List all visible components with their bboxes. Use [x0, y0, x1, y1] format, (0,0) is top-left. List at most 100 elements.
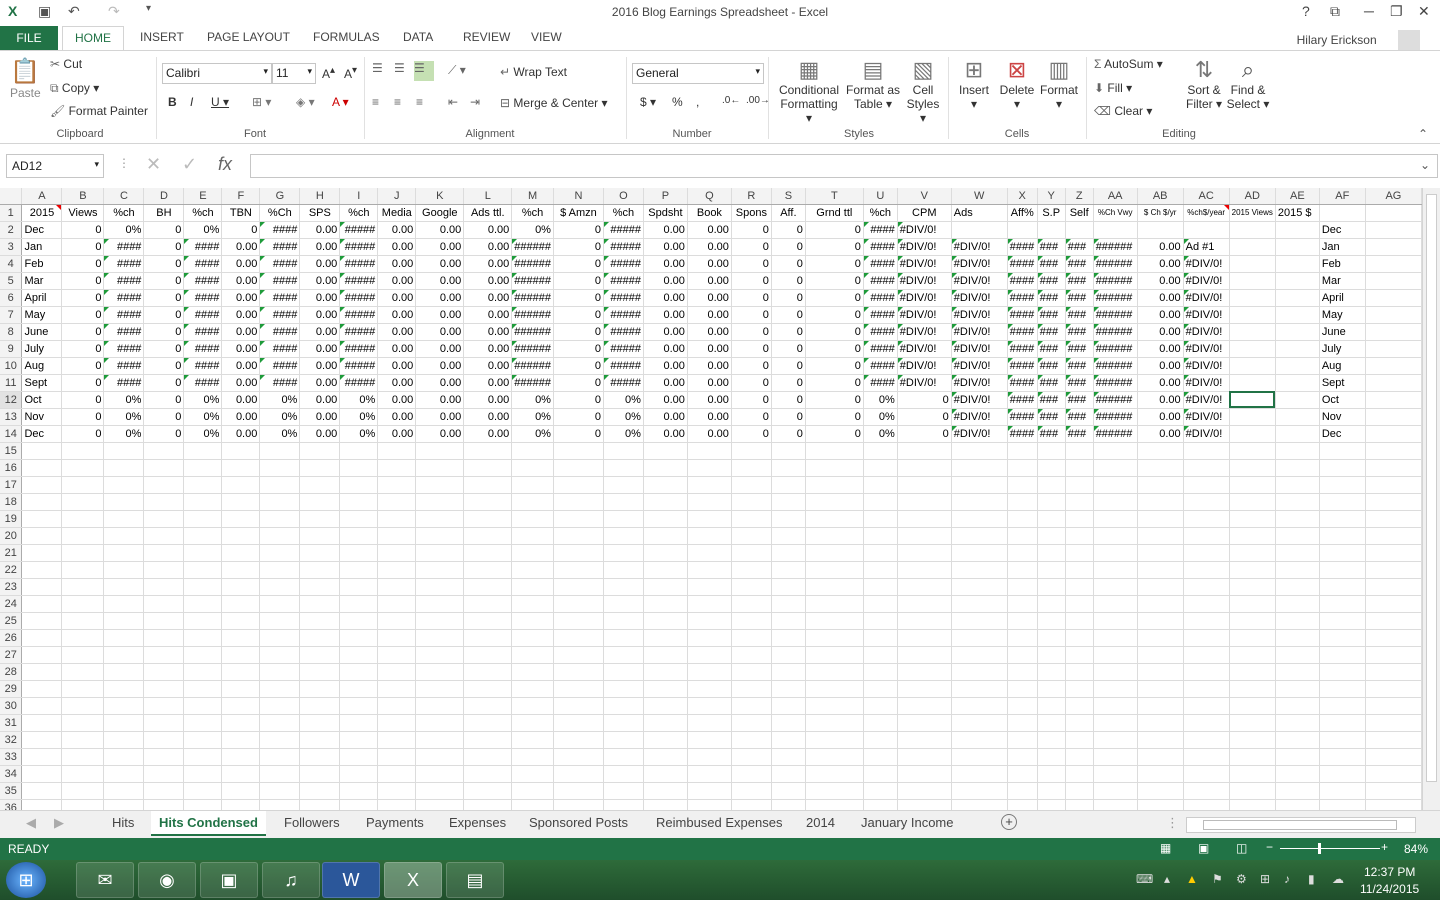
- bh-cell[interactable]: 0: [143, 374, 185, 392]
- pct-cell[interactable]: #####: [339, 323, 379, 341]
- spreadsheet-cell[interactable]: 0.00: [643, 272, 688, 290]
- empty-cell[interactable]: [1318, 765, 1366, 783]
- empty-cell[interactable]: [553, 782, 604, 800]
- grand-total-cell[interactable]: 0: [805, 323, 864, 341]
- header-cell[interactable]: SPS: [299, 204, 341, 222]
- empty-cell[interactable]: [511, 782, 554, 800]
- empty-cell[interactable]: [1007, 476, 1038, 494]
- bh-cell[interactable]: 0: [143, 221, 185, 239]
- row-header-11[interactable]: 11: [0, 374, 23, 392]
- empty-cell[interactable]: [1365, 612, 1422, 630]
- empty-cell[interactable]: [377, 459, 417, 477]
- empty-cell[interactable]: [415, 595, 465, 613]
- header-cell[interactable]: Media: [377, 204, 417, 222]
- empty-cell[interactable]: [687, 731, 732, 749]
- views-cell[interactable]: 0: [61, 425, 105, 443]
- empty-cell[interactable]: [339, 578, 379, 596]
- amazon-cell[interactable]: 0: [552, 272, 604, 290]
- header-cell[interactable]: Aff%: [1007, 204, 1038, 222]
- pct-year-cell[interactable]: #DIV/0!: [1183, 306, 1230, 324]
- empty-cell[interactable]: [771, 459, 806, 477]
- empty-cell[interactable]: [1275, 510, 1320, 528]
- empty-cell[interactable]: [771, 731, 806, 749]
- empty-cell[interactable]: [1183, 544, 1230, 562]
- media-cell[interactable]: 0.00: [377, 391, 417, 409]
- month-cell[interactable]: Feb: [21, 255, 63, 273]
- borders-icon[interactable]: ⊞ ▾: [252, 95, 271, 109]
- empty-cell[interactable]: [771, 595, 806, 613]
- column-header-a[interactable]: A: [21, 188, 63, 205]
- empty-cell[interactable]: [1318, 748, 1366, 766]
- pct-cell[interactable]: ####: [863, 374, 898, 392]
- empty-cell[interactable]: [687, 765, 732, 783]
- month-cell[interactable]: June: [21, 323, 63, 341]
- empty-cell[interactable]: [511, 629, 554, 647]
- media-cell[interactable]: 0.00: [377, 323, 417, 341]
- ads-total-cell[interactable]: 0.00: [463, 221, 513, 239]
- aff-pct-cell[interactable]: ####: [1007, 391, 1038, 409]
- month-ref-cell[interactable]: Feb: [1318, 255, 1366, 273]
- empty-cell[interactable]: [143, 459, 185, 477]
- empty-cell[interactable]: [61, 714, 105, 732]
- empty-cell[interactable]: [1137, 527, 1184, 545]
- empty-cell[interactable]: [603, 731, 644, 749]
- empty-cell[interactable]: [1037, 544, 1066, 562]
- pct-cell[interactable]: ####: [259, 357, 301, 375]
- shrink-font-icon[interactable]: A▾: [344, 65, 357, 81]
- header-cell[interactable]: Spons: [731, 204, 772, 222]
- pct-cell[interactable]: 0%: [863, 425, 898, 443]
- empty-cell[interactable]: [553, 595, 604, 613]
- pct-year-cell[interactable]: #DIV/0!: [1183, 340, 1230, 358]
- empty-cell[interactable]: [805, 646, 864, 664]
- empty-cell[interactable]: [103, 595, 145, 613]
- empty-cell[interactable]: [687, 612, 732, 630]
- empty-cell[interactable]: [221, 697, 261, 715]
- grand-total-cell[interactable]: 0: [805, 374, 864, 392]
- empty-cell[interactable]: [183, 527, 223, 545]
- column-header-h[interactable]: H: [299, 188, 341, 205]
- pct-cell[interactable]: ####: [259, 255, 301, 273]
- empty-cell[interactable]: [61, 510, 105, 528]
- empty-cell[interactable]: [731, 612, 772, 630]
- empty-cell[interactable]: [1007, 544, 1038, 562]
- media-cell[interactable]: 0.00: [377, 238, 417, 256]
- empty-cell[interactable]: [1365, 714, 1422, 732]
- aff-cell[interactable]: 0: [771, 238, 806, 256]
- pct-cell[interactable]: #####: [339, 272, 379, 290]
- empty-cell[interactable]: [643, 782, 688, 800]
- bold-icon[interactable]: B: [168, 95, 177, 109]
- bh-cell[interactable]: 0: [143, 408, 185, 426]
- empty-cell[interactable]: [951, 697, 1008, 715]
- empty-cell[interactable]: [143, 748, 185, 766]
- empty-cell[interactable]: [1318, 544, 1366, 562]
- empty-cell[interactable]: [143, 578, 185, 596]
- pct-cell[interactable]: ####: [259, 289, 301, 307]
- empty-cell[interactable]: [805, 782, 864, 800]
- empty-cell[interactable]: [377, 697, 417, 715]
- percent-icon[interactable]: %: [672, 95, 683, 109]
- spreadsheet-cell[interactable]: 0.00: [643, 306, 688, 324]
- self-cell[interactable]: ###: [1065, 357, 1094, 375]
- empty-cell[interactable]: [299, 544, 341, 562]
- empty-cell[interactable]: [1037, 714, 1066, 732]
- pct-cell[interactable]: 0%: [183, 408, 223, 426]
- spons-cell[interactable]: 0: [731, 408, 772, 426]
- ag-cell[interactable]: [1365, 289, 1422, 307]
- empty-cell[interactable]: [259, 646, 301, 664]
- empty-cell[interactable]: [463, 476, 513, 494]
- column-header-w[interactable]: W: [951, 188, 1008, 205]
- empty-cell[interactable]: [897, 612, 952, 630]
- empty-cell[interactable]: [143, 663, 185, 681]
- empty-cell[interactable]: [143, 527, 185, 545]
- empty-cell[interactable]: [1037, 527, 1066, 545]
- clear-button[interactable]: ⌫ Clear ▾: [1094, 104, 1152, 118]
- views-change-cell[interactable]: ######: [1093, 374, 1138, 392]
- empty-cell[interactable]: [259, 459, 301, 477]
- views-change-cell[interactable]: ######: [1093, 306, 1138, 324]
- empty-cell[interactable]: [771, 782, 806, 800]
- decrease-indent-icon[interactable]: ⇤: [448, 95, 458, 109]
- empty-cell[interactable]: [805, 476, 864, 494]
- column-header-ae[interactable]: AE: [1275, 188, 1320, 205]
- empty-cell[interactable]: [183, 578, 223, 596]
- empty-cell[interactable]: [415, 578, 465, 596]
